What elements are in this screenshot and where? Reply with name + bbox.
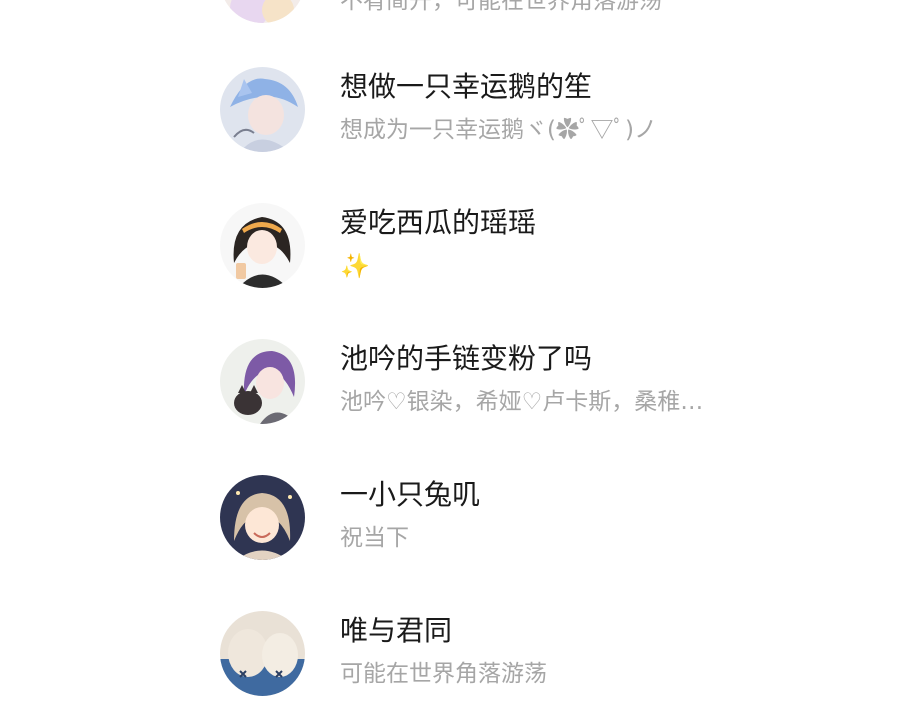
friend-name: 想做一只幸运鹅的笙 [340,70,593,103]
list-item[interactable]: 池吟的手链变粉了吗 池吟♡银染，希娅♡卢卡斯，桑稚… [220,339,860,429]
avatar[interactable] [220,203,305,288]
friend-signature: 池吟♡银染，希娅♡卢卡斯，桑稚… [340,389,704,415]
friend-signature: 祝当下 [340,525,409,551]
friend-signature: 不宥简开，可能在世界角落游荡 [340,0,662,14]
list-item[interactable]: 不宥简开，可能在世界角落游荡 [220,0,860,28]
friend-signature: 想成为一只幸运鹅ヾ(✿ﾟ▽ﾟ)ノ [340,117,657,143]
list-item[interactable]: 想做一只幸运鹅的笙 想成为一只幸运鹅ヾ(✿ﾟ▽ﾟ)ノ [220,67,860,157]
avatar[interactable] [220,339,305,424]
friend-name: 一小只兔叽 [340,478,481,511]
friend-name: 唯与君同 [340,614,453,647]
friend-signature: 可能在世界角落游荡 [340,661,547,687]
friend-name: 池吟的手链变粉了吗 [340,342,593,375]
avatar[interactable] [220,0,305,23]
list-item[interactable]: 唯与君同 可能在世界角落游荡 [220,611,860,701]
avatar[interactable] [220,611,305,696]
avatar[interactable] [220,475,305,560]
list-item[interactable]: 爱吃西瓜的瑶瑶 ✨ [220,203,860,293]
list-item[interactable]: 一小只兔叽 祝当下 [220,475,860,565]
avatar[interactable] [220,67,305,152]
friend-name: 爱吃西瓜的瑶瑶 [340,206,537,239]
friend-list: 不宥简开，可能在世界角落游荡 想做一只幸运鹅的笙 想成为一只幸运鹅ヾ(✿ﾟ▽ﾟ)… [0,0,900,703]
sparkle-icon: ✨ [340,252,370,280]
